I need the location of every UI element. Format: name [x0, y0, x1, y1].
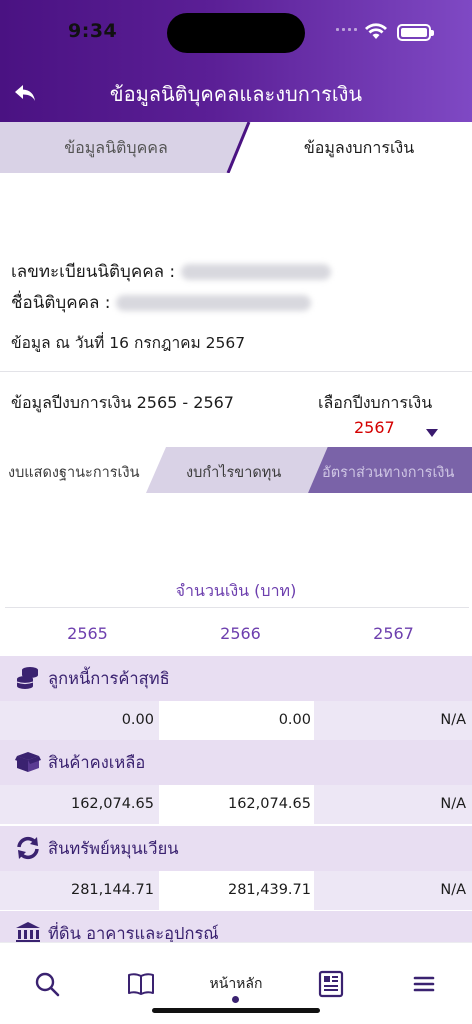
caret-down-icon[interactable] — [426, 429, 438, 437]
select-year-label: เลือกปีงบการเงิน — [318, 393, 433, 412]
value-2567: N/A — [314, 785, 472, 824]
search-icon[interactable] — [32, 969, 62, 999]
book-icon[interactable] — [126, 969, 156, 999]
nav-active-indicator — [232, 996, 239, 1003]
row-label: สินทรัพย์หมุนเวียน — [48, 839, 179, 858]
select-year-dropdown[interactable]: 2567 — [354, 418, 395, 437]
menu-icon[interactable] — [409, 969, 439, 999]
registration-label: เลขทะเบียนนิติบุคคล : — [11, 262, 176, 282]
amount-header: จำนวนเงิน (บาท) — [175, 581, 297, 600]
subtab-financial-ratios-label: อัตราส่วนทางการเงิน — [322, 465, 455, 481]
signal-icon — [336, 28, 357, 31]
company-name-value-redacted — [115, 295, 311, 311]
as-of-date: ข้อมูล ณ วันที่ 16 กรกฎาคม 2567 — [11, 334, 246, 352]
row-label: ลูกหนี้การค้าสุทธิ — [48, 669, 170, 688]
home-indicator — [152, 1008, 320, 1013]
value-2565: 162,074.65 — [0, 785, 157, 824]
year-header-row: 2565 2566 2567 — [5, 607, 469, 659]
value-2566: 0.00 — [157, 701, 314, 740]
subtab-balance-sheet[interactable]: งบแสดงฐานะการเงิน — [0, 447, 166, 493]
status-time: 9:34 — [68, 20, 118, 42]
tab-company-info-label[interactable]: ข้อมูลนิติบุคคล — [0, 136, 232, 161]
values-row: 281,144.71 281,439.71 N/A — [0, 871, 472, 910]
main-tabs: ข้อมูลนิติบุคคล ข้อมูลงบการเงิน — [0, 122, 472, 173]
coins-icon — [16, 667, 38, 689]
row-label: สินค้าคงเหลือ — [48, 753, 146, 772]
refresh-icon — [17, 836, 39, 860]
battery-icon — [397, 24, 434, 41]
dynamic-island — [167, 13, 305, 53]
statement-tabs: งบแสดงฐานะการเงิน งบกำไรขาดทุน อัตราส่วน… — [0, 447, 472, 493]
subtab-income-statement[interactable]: งบกำไรขาดทุน — [146, 447, 328, 493]
tab-financial-info-label[interactable]: ข้อมูลงบการเงิน — [246, 136, 472, 161]
value-2567: N/A — [314, 871, 472, 910]
company-name-label: ชื่อนิติบุคคล : — [11, 293, 111, 313]
box-icon — [15, 752, 41, 772]
registration-row: เลขทะเบียนนิติบุคคล : — [11, 258, 331, 285]
registration-value-redacted — [180, 264, 331, 280]
subtab-income-statement-label: งบกำไรขาดทุน — [186, 465, 282, 481]
wifi-icon — [365, 23, 387, 39]
company-name-row: ชื่อนิติบุคคล : — [11, 289, 311, 316]
year-col-3: 2567 — [373, 624, 414, 643]
year-col-1: 2565 — [67, 624, 108, 643]
subtab-balance-sheet-label: งบแสดงฐานะการเงิน — [8, 465, 140, 481]
table-row: ลูกหนี้การค้าสุทธิ — [0, 656, 472, 701]
subtab-financial-ratios[interactable]: อัตราส่วนทางการเงิน — [308, 447, 472, 493]
fiscal-range-label: ข้อมูลปีงบการเงิน 2565 - 2567 — [11, 393, 234, 412]
value-2567: N/A — [314, 701, 472, 740]
section-divider — [0, 371, 472, 372]
table-row: สินทรัพย์หมุนเวียน — [0, 826, 472, 871]
value-2565: 0.00 — [0, 701, 157, 740]
newspaper-icon[interactable] — [316, 969, 346, 999]
values-row: 0.00 0.00 N/A — [0, 701, 472, 740]
value-2566: 281,439.71 — [157, 871, 314, 910]
year-col-2: 2566 — [220, 624, 261, 643]
values-row: 162,074.65 162,074.65 N/A — [0, 785, 472, 824]
table-row: สินค้าคงเหลือ — [0, 740, 472, 785]
nav-home[interactable]: หน้าหลัก — [196, 973, 276, 995]
value-2565: 281,144.71 — [0, 871, 157, 910]
value-2566: 162,074.65 — [157, 785, 314, 824]
status-bar: 9:34 — [0, 0, 472, 64]
page-title: ข้อมูลนิติบุคคลและงบการเงิน — [109, 82, 363, 106]
